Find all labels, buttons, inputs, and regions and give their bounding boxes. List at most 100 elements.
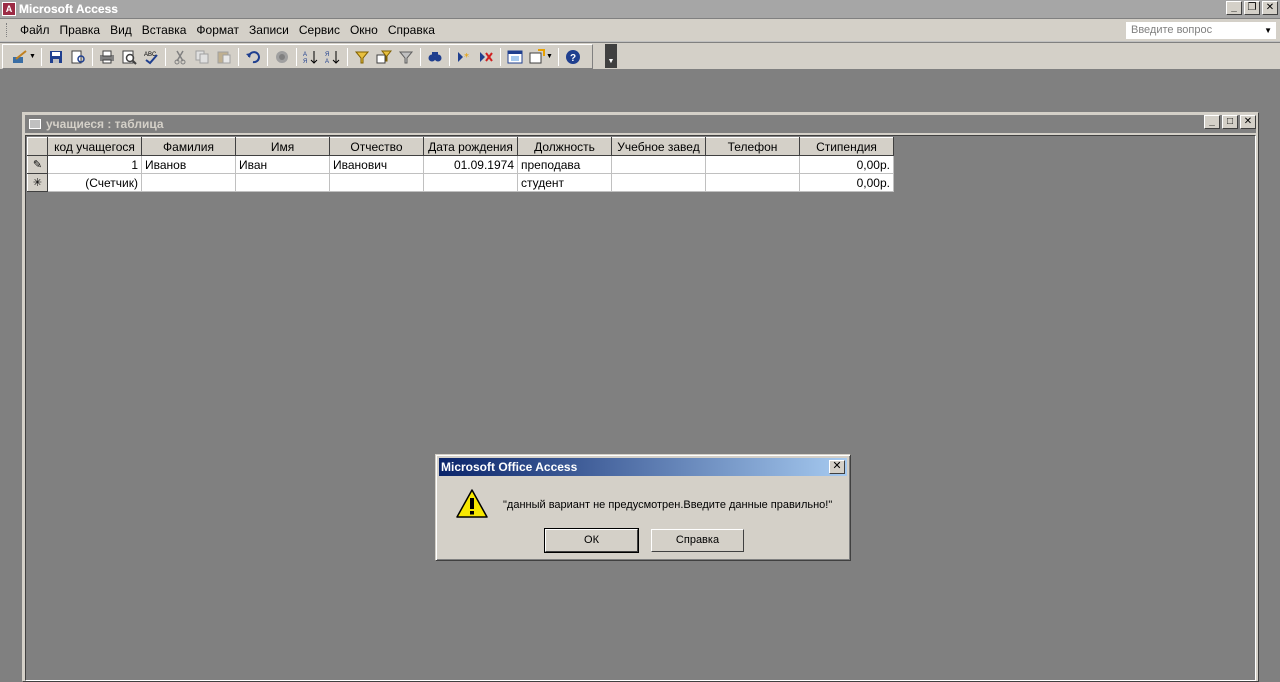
- table-cell[interactable]: [611, 173, 706, 192]
- header-row: код учащегося Фамилия Имя Отчество Дата …: [27, 137, 894, 156]
- table-cell[interactable]: [141, 173, 236, 192]
- view-dropdown-icon[interactable]: ▼: [29, 53, 36, 60]
- column-header[interactable]: Дата рождения: [423, 137, 518, 156]
- menu-edit[interactable]: Правка: [55, 23, 106, 37]
- table-cell[interactable]: (Счетчик): [47, 173, 142, 192]
- table-cell[interactable]: Иванович: [329, 155, 424, 174]
- app-title: Microsoft Access: [19, 2, 118, 16]
- undo-icon[interactable]: [243, 47, 263, 67]
- table-cell[interactable]: [423, 173, 518, 192]
- app-title-bar: A Microsoft Access _ ❐ ✕: [0, 0, 1280, 18]
- menu-window[interactable]: Окно: [345, 23, 383, 37]
- record-selector-new-icon[interactable]: ✳: [27, 173, 48, 192]
- column-header[interactable]: Имя: [235, 137, 330, 156]
- find-icon[interactable]: [425, 47, 445, 67]
- menu-view[interactable]: Вид: [105, 23, 137, 37]
- view-icon[interactable]: [10, 47, 30, 67]
- restore-button[interactable]: ❐: [1244, 1, 1260, 15]
- record-selector-edit-icon[interactable]: ✎: [27, 155, 48, 174]
- column-header[interactable]: Отчество: [329, 137, 424, 156]
- apply-filter-icon[interactable]: [396, 47, 416, 67]
- new-object-dropdown-icon[interactable]: ▼: [546, 53, 553, 60]
- message-dialog: Microsoft Office Access ✕ "данный вариан…: [435, 454, 851, 561]
- svg-text:Я: Я: [303, 59, 307, 65]
- table-cell[interactable]: 0,00р.: [799, 173, 894, 192]
- table-cell[interactable]: Иванов: [141, 155, 236, 174]
- toolbar-options-icon[interactable]: ▼: [605, 44, 617, 68]
- menu-grip[interactable]: [6, 23, 9, 37]
- menu-insert[interactable]: Вставка: [137, 23, 192, 37]
- ok-button[interactable]: ОК: [544, 528, 639, 553]
- table-icon: [29, 119, 41, 129]
- paste-icon[interactable]: [214, 47, 234, 67]
- cut-icon[interactable]: [170, 47, 190, 67]
- sort-ascending-icon[interactable]: AЯ: [301, 47, 321, 67]
- table-cell[interactable]: [611, 155, 706, 174]
- svg-text:Я: Я: [325, 52, 329, 58]
- search-file-icon[interactable]: [68, 47, 88, 67]
- table-cell[interactable]: 0,00р.: [799, 155, 894, 174]
- table-close-button[interactable]: ✕: [1240, 115, 1256, 129]
- table-maximize-button[interactable]: □: [1222, 115, 1238, 129]
- toolbar-separator: [91, 47, 93, 66]
- column-header[interactable]: Должность: [517, 137, 612, 156]
- table-cell[interactable]: [705, 155, 800, 174]
- menu-records[interactable]: Записи: [244, 23, 294, 37]
- new-object-icon[interactable]: [527, 47, 547, 67]
- table-cell[interactable]: 01.09.1974: [423, 155, 518, 174]
- table-cell[interactable]: 1: [47, 155, 142, 174]
- table-cell[interactable]: [235, 173, 330, 192]
- menu-file[interactable]: Файл: [15, 23, 55, 37]
- toolbar-separator: [237, 47, 239, 66]
- table-cell[interactable]: [705, 173, 800, 192]
- filter-by-selection-icon[interactable]: [352, 47, 372, 67]
- delete-record-icon[interactable]: [476, 47, 496, 67]
- dialog-close-button[interactable]: ✕: [829, 460, 845, 474]
- toolbar: ▼ ABC A Я Я A * ▼ ? ▼: [0, 43, 1280, 70]
- sort-descending-icon[interactable]: ЯA: [323, 47, 343, 67]
- save-icon[interactable]: [46, 47, 66, 67]
- menu-tools[interactable]: Сервис: [294, 23, 345, 37]
- svg-text:A: A: [325, 59, 329, 65]
- hyperlink-icon[interactable]: [272, 47, 292, 67]
- table-cell[interactable]: Иван: [235, 155, 330, 174]
- table-cell[interactable]: студент: [517, 173, 612, 192]
- help-icon[interactable]: ?: [563, 47, 583, 67]
- svg-text:A: A: [303, 52, 307, 58]
- table-cell[interactable]: преподава: [517, 155, 612, 174]
- menu-bar: Файл Правка Вид Вставка Формат Записи Се…: [0, 19, 1280, 42]
- table-cell[interactable]: [329, 173, 424, 192]
- minimize-button[interactable]: _: [1226, 1, 1242, 15]
- new-record-icon[interactable]: *: [454, 47, 474, 67]
- column-header[interactable]: Фамилия: [141, 137, 236, 156]
- toolbar-separator: [419, 47, 421, 66]
- close-button[interactable]: ✕: [1262, 1, 1278, 15]
- filter-by-form-icon[interactable]: [374, 47, 394, 67]
- warning-icon: [456, 489, 488, 518]
- column-header[interactable]: Учебное завед: [611, 137, 706, 156]
- chevron-down-icon[interactable]: ▼: [1264, 23, 1272, 38]
- toolbar-separator: [40, 47, 42, 66]
- menu-help[interactable]: Справка: [383, 23, 440, 37]
- copy-icon[interactable]: [192, 47, 212, 67]
- toolbar-separator: [266, 47, 268, 66]
- help-button[interactable]: Справка: [651, 529, 744, 552]
- dialog-title: Microsoft Office Access: [441, 460, 578, 474]
- print-preview-icon[interactable]: [119, 47, 139, 67]
- toolbar-separator: [346, 47, 348, 66]
- column-header[interactable]: код учащегося: [47, 137, 142, 156]
- table-window-title-bar[interactable]: учащиеся : таблица: [25, 115, 1256, 133]
- column-header[interactable]: Стипендия: [799, 137, 894, 156]
- menu-format[interactable]: Формат: [191, 23, 244, 37]
- spelling-icon[interactable]: ABC: [141, 47, 161, 67]
- toolbar-separator: [557, 47, 559, 66]
- print-icon[interactable]: [97, 47, 117, 67]
- toolbar-separator: [448, 47, 450, 66]
- ask-question-input[interactable]: Введите вопрос ▼: [1126, 22, 1276, 39]
- table-minimize-button[interactable]: _: [1204, 115, 1220, 129]
- ask-question-placeholder: Введите вопрос: [1131, 24, 1213, 36]
- dialog-title-bar[interactable]: Microsoft Office Access ✕: [439, 458, 847, 476]
- database-window-icon[interactable]: [505, 47, 525, 67]
- column-header[interactable]: Телефон: [705, 137, 800, 156]
- select-all-corner[interactable]: [27, 137, 48, 156]
